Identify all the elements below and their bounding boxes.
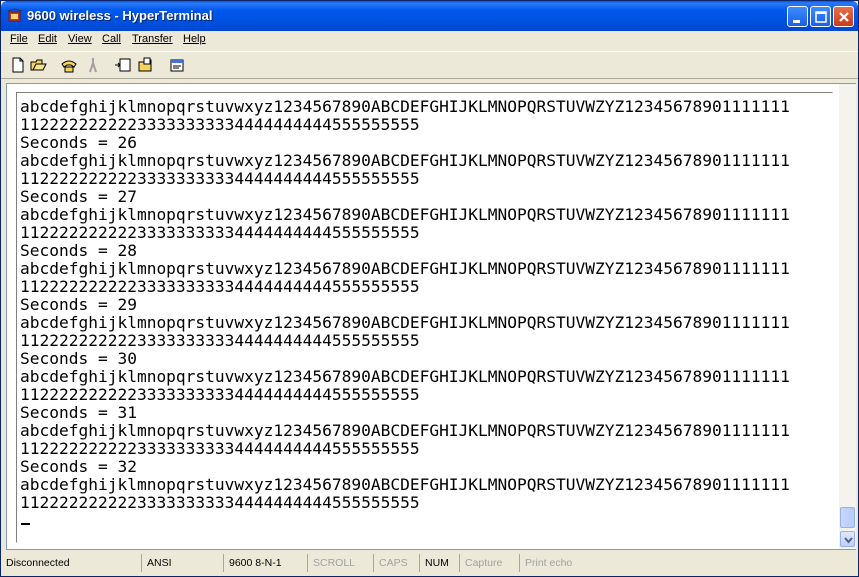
maximize-button[interactable] [810,6,831,27]
terminal-line: Seconds = 26 [20,133,137,152]
call-icon[interactable] [60,56,78,74]
status-scroll: SCROLL [307,554,373,572]
terminal-line: 1122222222223333333333444444444455555555… [20,169,420,188]
minimize-button[interactable] [787,6,808,27]
menu-bar: File Edit View Call Transfer Help [1,31,858,49]
status-port-settings: 9600 8-N-1 [223,554,307,572]
terminal-line: abcdefghijklmnopqrstuvwxyz1234567890ABCD… [20,259,790,278]
menu-view[interactable]: View [68,33,92,45]
disconnect-icon[interactable] [84,56,102,74]
terminal-line: Seconds = 30 [20,349,137,368]
status-bar: Disconnected ANSI 9600 8-N-1 SCROLL CAPS… [1,552,858,576]
terminal-line: 1122222222223333333333444444444455555555… [20,439,420,458]
terminal-line: Seconds = 31 [20,403,137,422]
send-icon[interactable] [114,56,132,74]
terminal-line: abcdefghijklmnopqrstuvwxyz1234567890ABCD… [20,97,790,116]
terminal-line: abcdefghijklmnopqrstuvwxyz1234567890ABCD… [20,421,790,440]
toolbar [1,51,858,79]
terminal-line: abcdefghijklmnopqrstuvwxyz1234567890ABCD… [20,367,790,386]
minimize-icon [793,20,800,23]
status-emulation: ANSI [141,554,223,572]
terminal-line: Seconds = 29 [20,295,137,314]
vertical-scrollbar[interactable] [839,84,856,549]
status-num: NUM [419,554,459,572]
close-icon [839,12,849,22]
terminal-line: abcdefghijklmnopqrstuvwxyz1234567890ABCD… [20,475,790,494]
hyperterminal-app-icon[interactable] [7,8,23,24]
terminal-line: Seconds = 28 [20,241,137,260]
status-caps: CAPS [373,554,419,572]
maximize-icon [815,11,827,23]
terminal-output: abcdefghijklmnopqrstuvwxyz1234567890ABCD… [20,98,790,512]
properties-icon[interactable] [168,56,186,74]
status-connection: Disconnected [6,557,70,569]
terminal-line: abcdefghijklmnopqrstuvwxyz1234567890ABCD… [20,151,790,170]
menu-call[interactable]: Call [102,33,121,45]
terminal-line: Seconds = 27 [20,187,137,206]
terminal-cursor [21,523,30,525]
terminal-line: 1122222222223333333333444444444455555555… [20,331,420,350]
scrollbar-thumb[interactable] [840,507,855,528]
receive-icon[interactable] [137,56,155,74]
terminal-line: 1122222222223333333333444444444455555555… [20,223,420,242]
menu-file[interactable]: File [10,33,28,45]
chevron-down-icon [844,537,853,544]
terminal-line: 1122222222223333333333444444444455555555… [20,115,420,134]
terminal-line: Seconds = 32 [20,457,137,476]
new-connection-icon[interactable] [9,56,27,74]
terminal-line: 1122222222223333333333444444444455555555… [20,385,420,404]
terminal-line: abcdefghijklmnopqrstuvwxyz1234567890ABCD… [20,205,790,224]
close-button[interactable] [833,6,854,27]
terminal-line: abcdefghijklmnopqrstuvwxyz1234567890ABCD… [20,313,790,332]
terminal-frame: abcdefghijklmnopqrstuvwxyz1234567890ABCD… [6,83,856,550]
menu-help[interactable]: Help [183,33,206,45]
status-print-echo: Print echo [519,554,858,572]
hyperterminal-window: 9600 wireless - HyperTerminal File Edit … [0,0,859,577]
terminal-screen[interactable]: abcdefghijklmnopqrstuvwxyz1234567890ABCD… [16,92,833,543]
status-capture: Capture [459,554,519,572]
terminal-line: 1122222222223333333333444444444455555555… [20,493,420,512]
menu-transfer[interactable]: Transfer [132,33,173,45]
terminal-line: 1122222222223333333333444444444455555555… [20,277,420,296]
menu-edit[interactable]: Edit [38,33,57,45]
scroll-down-button[interactable] [840,531,855,547]
title-bar[interactable]: 9600 wireless - HyperTerminal [1,1,858,31]
open-icon[interactable] [30,56,48,74]
window-title: 9600 wireless - HyperTerminal [27,8,213,23]
